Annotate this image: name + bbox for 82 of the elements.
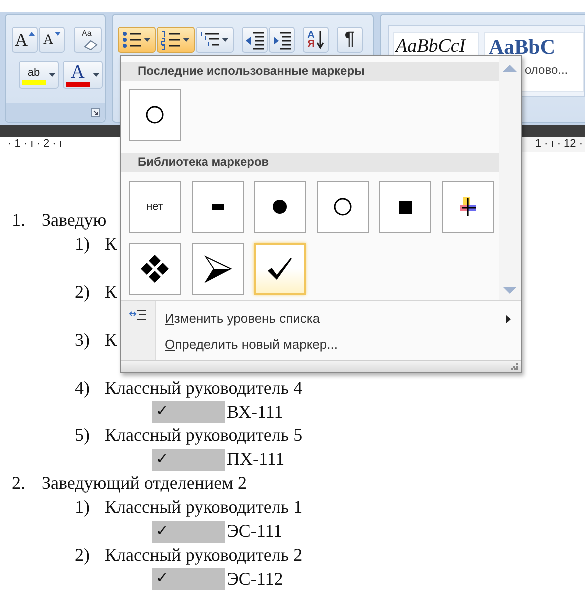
list-item-text: К [105, 233, 118, 256]
bullet-marker: ✓ [152, 520, 225, 543]
section-header: Последние использованные маркеры [121, 62, 499, 81]
list-item-text: Заведую [42, 209, 107, 232]
list-item-text: ПХ-111 [227, 448, 285, 472]
bullet-option[interactable] [129, 243, 181, 295]
list-item-text: ЭС-112 [227, 568, 284, 590]
bulleted-list-icon [122, 30, 142, 50]
list-item-text: К [105, 281, 118, 304]
list-item-text: Заведующий отделением 2 [42, 472, 248, 496]
grow-font-button[interactable]: A [12, 27, 38, 53]
pilcrow-button[interactable]: ¶ [336, 27, 363, 53]
bullet-option[interactable] [129, 89, 181, 141]
list-number: 5) [75, 424, 91, 448]
bullet-marker: ✓ [152, 568, 225, 590]
submenu-arrow-icon [506, 314, 511, 324]
caret-icon [144, 38, 152, 42]
section-header: Библиотека маркеров [121, 153, 499, 172]
list-number: 1. [12, 209, 26, 232]
color-bar-icon [66, 82, 90, 87]
caret-icon [93, 73, 100, 77]
bullet-option[interactable] [254, 181, 306, 233]
list-item-text: Классный руководитель 2 [105, 544, 303, 567]
bullet-marker: ✓ [152, 448, 225, 471]
menu-item[interactable]: Изменить уровень списка [156, 306, 521, 332]
bullet-option[interactable] [442, 181, 494, 233]
resize-grip-icon [511, 363, 518, 370]
multilevel-button[interactable] [196, 27, 234, 53]
list-number: 1) [75, 496, 91, 520]
list-number: 2) [75, 281, 91, 304]
list-item-text: ЭС-111 [227, 520, 283, 544]
caret-icon [49, 73, 56, 77]
font-color-button[interactable]: A [63, 61, 103, 89]
triangle-icon [54, 32, 61, 36]
scroll-up-icon [503, 65, 517, 72]
clear-format-button[interactable]: Aa [74, 27, 102, 53]
cross-icon [460, 197, 476, 217]
list-item-text: ВХ-111 [227, 400, 284, 424]
style-label: олово... [525, 62, 568, 79]
increase-indent-button[interactable] [268, 27, 295, 53]
sort-button[interactable]: A Я [302, 27, 329, 53]
bullet-option[interactable] [379, 181, 431, 233]
decrease-indent-icon [244, 30, 265, 50]
numbering-button[interactable] [156, 27, 195, 53]
square-icon [398, 200, 412, 214]
color-bar-icon [22, 80, 46, 84]
list-number: 2. [12, 472, 26, 496]
arrowhead-icon [204, 255, 232, 283]
list-item-text: К [105, 328, 118, 352]
circle-icon [145, 105, 165, 125]
list-number: 2) [75, 544, 91, 567]
bullet-option[interactable] [316, 181, 368, 233]
list-number: 3) [75, 328, 91, 352]
triangle-icon [29, 32, 35, 36]
caret-icon [183, 38, 190, 42]
checkmark-icon [267, 257, 293, 281]
caret-icon [222, 38, 230, 42]
list-item-text: Классный руководитель 4 [105, 376, 303, 400]
bullet-option[interactable] [192, 243, 244, 295]
dot-icon [272, 199, 288, 215]
list-item-text: Классный руководитель 1 [105, 496, 303, 520]
circle-icon [332, 197, 352, 217]
increase-indent-icon [272, 30, 292, 50]
highlight-button[interactable]: ab [19, 61, 59, 89]
list-item-text: Классный руководитель 5 [105, 424, 303, 448]
shrink-font-button[interactable]: A [39, 27, 65, 53]
down-arrow-icon [316, 31, 324, 49]
bullet-option[interactable]: нет [129, 181, 181, 233]
dash-icon [212, 204, 224, 210]
list-number: 1) [75, 233, 91, 256]
scroll-down-icon [503, 287, 517, 294]
diamonds-icon [140, 254, 170, 284]
bullets-button[interactable] [118, 27, 156, 53]
dialog-launcher-icon [90, 108, 100, 117]
bullet-option[interactable] [192, 181, 244, 233]
decrease-indent-button[interactable] [242, 27, 268, 53]
bullet-marker: ✓ [152, 401, 225, 424]
menu-item[interactable]: Определить новый маркер... [156, 332, 521, 358]
eraser-icon [84, 40, 98, 50]
numbered-list-icon [161, 30, 182, 50]
list-number: 4) [75, 376, 91, 400]
bullet-option[interactable] [254, 243, 306, 295]
